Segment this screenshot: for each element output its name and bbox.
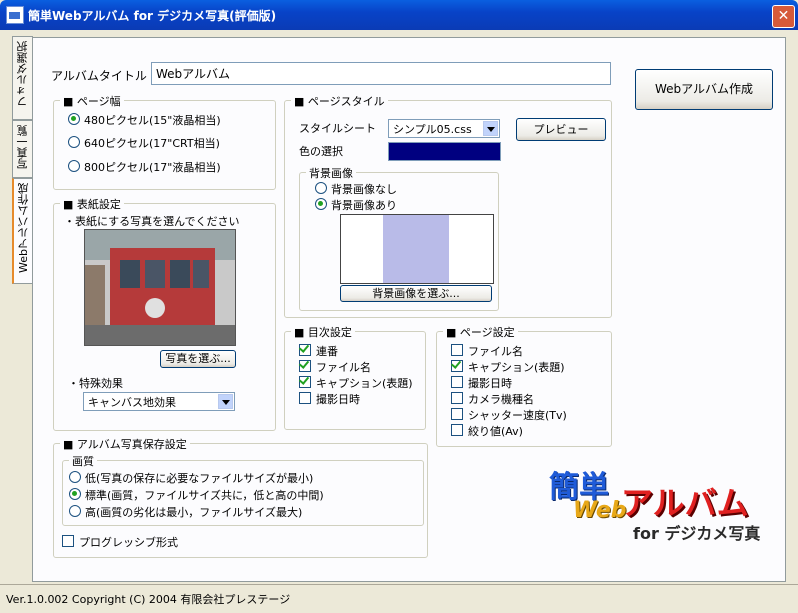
cover-photo-frame	[84, 229, 236, 346]
select-photo-button[interactable]: 写真を選ぶ...	[160, 350, 236, 368]
tab-web-album[interactable]: Webアルバム作成	[12, 178, 34, 284]
stylesheet-select[interactable]: シンプル05.css	[388, 119, 500, 138]
effect-select[interactable]: キャンバス地効果	[83, 392, 235, 411]
ps-filename-check[interactable]: ファイル名	[451, 343, 523, 359]
save-settings-group: ■ アルバム写真保存設定 画質 低(写真の保存に必要なファイルサイズが最小) 標…	[53, 436, 428, 558]
save-settings-title: ■ アルバム写真保存設定	[60, 436, 190, 452]
title-bar: 簡単Webアルバム for デジカメ写真(評価版) ✕	[0, 0, 798, 30]
status-text: Ver.1.0.002 Copyright (C) 2004 有限会社プレステー…	[6, 593, 291, 606]
bg-preview-image	[383, 215, 449, 283]
tab-photo-list[interactable]: 写真一覧	[12, 120, 33, 178]
toc-date-check[interactable]: 撮影日時	[299, 391, 360, 407]
album-title-label: アルバムタイトル	[51, 69, 147, 83]
create-album-button[interactable]: Webアルバム作成	[635, 69, 773, 110]
window-title: 簡単Webアルバム for デジカメ写真(評価版)	[28, 9, 277, 23]
ps-aperture-check[interactable]: 絞り値(Av)	[451, 423, 523, 439]
color-swatch[interactable]	[388, 142, 501, 161]
background-group: 背景画像 背景画像なし 背景画像あり 背景画像を選ぶ...	[299, 165, 499, 311]
cover-settings-group: ■ 表紙設定 ・表紙にする写真を選んでください 写真を選ぶ... ・特殊効果 キ…	[53, 196, 276, 431]
tab-folder-select-label: フォルダ選択	[16, 41, 29, 107]
album-title-input[interactable]: Webアルバム	[151, 62, 611, 85]
toc-filename-check[interactable]: ファイル名	[299, 359, 371, 375]
page-style-title: ■ ページスタイル	[291, 93, 388, 109]
chevron-down-icon[interactable]	[218, 394, 233, 409]
cover-photo	[85, 230, 235, 345]
ps-caption-check[interactable]: キャプション(表題)	[451, 359, 565, 375]
page-width-480[interactable]: 480ピクセル(15"液晶相当)	[68, 112, 221, 128]
logo-web: Web	[573, 498, 627, 523]
quality-title: 画質	[69, 453, 97, 469]
toc-number-check[interactable]: 連番	[299, 343, 338, 359]
page-width-group: ■ ページ幅 480ピクセル(15"液晶相当) 640ピクセル(17"CRT相当…	[53, 93, 276, 190]
chevron-down-icon[interactable]	[483, 121, 498, 136]
preview-button[interactable]: プレビュー	[516, 118, 606, 141]
close-button[interactable]: ✕	[772, 5, 795, 28]
page-width-800[interactable]: 800ピクセル(17"液晶相当)	[68, 159, 221, 175]
quality-low-radio[interactable]: 低(写真の保存に必要なファイルサイズが最小)	[69, 470, 313, 486]
progressive-check[interactable]: プログレッシブ形式	[62, 534, 178, 550]
logo-album: アルバム	[621, 484, 749, 522]
background-title: 背景画像	[306, 165, 356, 181]
select-bg-button[interactable]: 背景画像を選ぶ...	[340, 285, 492, 302]
cover-instruction: ・表紙にする写真を選んでください	[64, 215, 240, 228]
page-width-title: ■ ページ幅	[60, 93, 124, 109]
page-style-group: ■ ページスタイル スタイルシート シンプル05.css プレビュー 色の選択 …	[284, 93, 612, 318]
toc-title: ■ 目次設定	[291, 324, 355, 340]
page-settings-title: ■ ページ設定	[443, 324, 518, 340]
ps-shutter-check[interactable]: シャッター速度(Tv)	[451, 407, 567, 423]
tab-folder-select[interactable]: フォルダ選択	[12, 36, 33, 120]
stylesheet-select-value: シンプル05.css	[393, 123, 472, 136]
quality-standard-radio[interactable]: 標準(画質，ファイルサイズ共に，低と高の中間)	[69, 487, 324, 503]
cover-settings-title: ■ 表紙設定	[60, 196, 124, 212]
effect-select-value: キャンバス地効果	[88, 396, 176, 409]
logo-for-digicam: for デジカメ写真	[633, 524, 761, 543]
ps-camera-check[interactable]: カメラ機種名	[451, 391, 534, 407]
page-width-640[interactable]: 640ピクセル(17"CRT相当)	[68, 135, 220, 151]
page-settings-group: ■ ページ設定 ファイル名 キャプション(表題) 撮影日時 カメラ機種名 シャッ…	[436, 324, 612, 447]
color-label: 色の選択	[299, 145, 343, 158]
quality-high-radio[interactable]: 高(画質の劣化は最小，ファイルサイズ最大)	[69, 504, 302, 520]
ps-date-check[interactable]: 撮影日時	[451, 375, 512, 391]
app-icon	[6, 6, 24, 24]
bg-image-radio[interactable]: 背景画像あり	[315, 197, 397, 213]
status-bar: Ver.1.0.002 Copyright (C) 2004 有限会社プレステー…	[0, 584, 798, 613]
toc-group: ■ 目次設定 連番 ファイル名 キャプション(表題) 撮影日時	[284, 324, 426, 430]
quality-group: 画質 低(写真の保存に必要なファイルサイズが最小) 標準(画質，ファイルサイズ共…	[62, 453, 424, 526]
app-logo: 簡単 Web アルバム for デジカメ写真	[545, 462, 770, 552]
tab-photo-list-label: 写真一覧	[16, 125, 29, 169]
bg-none-radio[interactable]: 背景画像なし	[315, 181, 397, 197]
toc-caption-check[interactable]: キャプション(表題)	[299, 375, 413, 391]
tab-web-album-label: Webアルバム作成	[17, 183, 30, 273]
bg-preview	[340, 214, 494, 284]
effect-label: ・特殊効果	[68, 377, 123, 390]
stylesheet-label: スタイルシート	[299, 122, 376, 135]
